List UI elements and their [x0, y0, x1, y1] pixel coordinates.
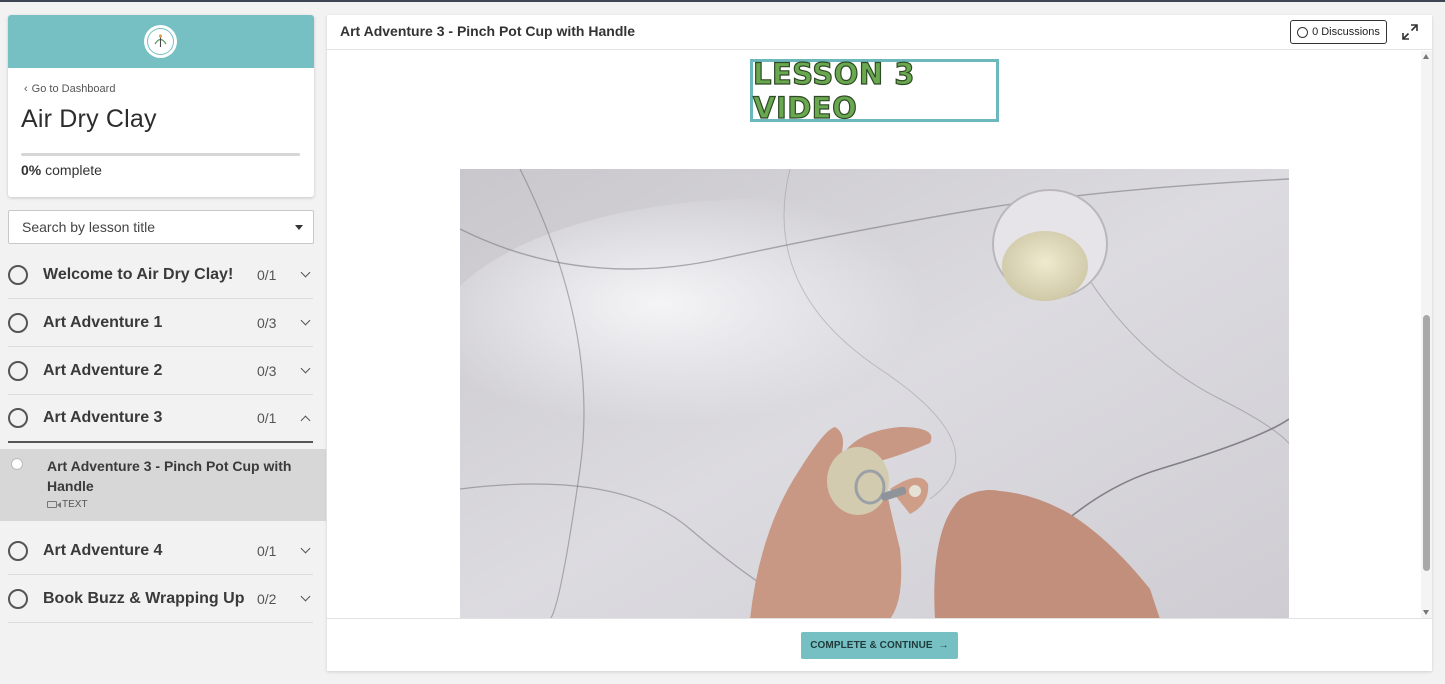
- scrollbar-thumb[interactable]: [1423, 315, 1430, 571]
- caret-down-icon: [295, 224, 303, 230]
- progress-percent: 0%: [21, 162, 42, 178]
- chapter-name: Book Buzz & Wrapping Up: [43, 589, 245, 607]
- lesson-content: LESSON 3 VIDEO: [327, 51, 1421, 618]
- chapter-toggle[interactable]: [297, 363, 313, 374]
- scroll-up-arrow-icon[interactable]: [1423, 54, 1429, 59]
- chapter-item[interactable]: Art Adventure 2 0/3: [8, 347, 313, 395]
- chapter-status-circle-icon: [8, 540, 28, 561]
- lesson-footer: COMPLETE & CONTINUE →: [327, 618, 1432, 671]
- chevron-up-icon: [300, 415, 310, 425]
- video-frame-image: [460, 169, 1289, 618]
- course-progress-bar: [21, 153, 300, 156]
- chapter-count: 0/2: [257, 590, 277, 607]
- chapter-count: 0/3: [257, 314, 277, 331]
- chapter-status-circle-icon: [8, 360, 28, 381]
- chevron-down-icon: [300, 591, 310, 602]
- course-title: Air Dry Clay: [21, 105, 157, 133]
- discussions-button[interactable]: 0 Discussions: [1290, 20, 1387, 44]
- chapter-name: Art Adventure 3: [43, 409, 163, 426]
- course-progress-text: 0% complete: [21, 162, 102, 178]
- chapter-toggle[interactable]: [297, 267, 313, 278]
- chapter-toggle[interactable]: [297, 413, 313, 425]
- lesson-video-player[interactable]: [460, 169, 1289, 618]
- chapter-toggle[interactable]: [297, 591, 313, 602]
- chapter-count: 0/3: [257, 362, 277, 379]
- chevron-down-icon: [300, 363, 310, 374]
- lesson-video-banner: LESSON 3 VIDEO: [750, 56, 999, 125]
- chapter-name: Art Adventure 2: [43, 361, 163, 379]
- chapter-item[interactable]: Art Adventure 1 0/3: [8, 299, 313, 347]
- scroll-down-arrow-icon[interactable]: [1423, 610, 1429, 615]
- chapter-item[interactable]: Book Buzz & Wrapping Up 0/2: [8, 575, 313, 623]
- chapter-status-circle-icon: [8, 588, 28, 609]
- expand-icon[interactable]: [1401, 23, 1419, 41]
- lesson-title: Art Adventure 3 - Pinch Pot Cup with Han…: [340, 23, 636, 39]
- active-lesson-title: Art Adventure 3 - Pinch Pot Cup with Han…: [47, 458, 292, 494]
- progress-suffix: complete: [45, 162, 102, 178]
- chapter-list: Welcome to Air Dry Clay! 0/1 Art Adventu…: [0, 251, 326, 623]
- complete-and-continue-label: COMPLETE & CONTINUE: [810, 640, 933, 651]
- course-sidebar: ‹ Go to Dashboard Air Dry Clay 0% comple…: [0, 2, 326, 684]
- active-lesson-type: TEXT: [47, 499, 88, 510]
- chapter-name: Art Adventure 4: [43, 541, 163, 559]
- chapter-toggle[interactable]: [297, 315, 313, 326]
- content-scrollbar[interactable]: [1421, 51, 1432, 618]
- video-camera-icon: [47, 501, 61, 508]
- chevron-left-icon: ‹: [24, 82, 28, 95]
- chapter-toggle[interactable]: [297, 543, 313, 554]
- school-logo[interactable]: [144, 25, 177, 58]
- chapter-name: Art Adventure 1: [43, 313, 163, 331]
- chapter-item[interactable]: Art Adventure 4 0/1: [8, 527, 313, 575]
- complete-and-continue-button[interactable]: COMPLETE & CONTINUE →: [801, 632, 958, 659]
- chapter-item-expanded[interactable]: Art Adventure 3 0/1: [8, 395, 313, 443]
- lesson-panel: Art Adventure 3 - Pinch Pot Cup with Han…: [327, 15, 1432, 671]
- course-card: ‹ Go to Dashboard Air Dry Clay 0% comple…: [8, 15, 314, 197]
- go-to-dashboard-link[interactable]: ‹ Go to Dashboard: [24, 83, 115, 95]
- school-logo-icon: [147, 28, 174, 55]
- go-to-dashboard-label: Go to Dashboard: [31, 83, 116, 95]
- lesson-search-select[interactable]: Search by lesson title: [8, 210, 314, 244]
- discussions-label: 0 Discussions: [1312, 26, 1380, 38]
- comment-bubble-icon: [1297, 26, 1309, 38]
- course-card-banner: [8, 15, 314, 68]
- chapter-status-circle-icon: [8, 264, 28, 285]
- chapter-status-circle-icon: [8, 312, 28, 333]
- chapter-count: 0/1: [257, 542, 277, 559]
- chapter-item[interactable]: Welcome to Air Dry Clay! 0/1: [8, 251, 313, 299]
- active-lesson-item[interactable]: Art Adventure 3 - Pinch Pot Cup with Han…: [0, 449, 326, 521]
- lesson-status-dot-icon: [11, 458, 23, 470]
- chevron-down-icon: [300, 315, 310, 326]
- chevron-down-icon: [300, 267, 310, 278]
- chevron-down-icon: [300, 543, 310, 554]
- chapter-count: 0/1: [257, 266, 277, 283]
- chapter-count: 0/1: [257, 410, 277, 426]
- arrow-right-icon: →: [938, 640, 949, 651]
- lesson-banner-text: LESSON 3 VIDEO: [752, 56, 915, 125]
- chapter-name: Welcome to Air Dry Clay!: [43, 265, 234, 283]
- lesson-type-label: TEXT: [62, 499, 88, 510]
- lesson-search-placeholder: Search by lesson title: [22, 219, 156, 235]
- chapter-status-circle-icon: [8, 408, 28, 428]
- lesson-header: Art Adventure 3 - Pinch Pot Cup with Han…: [327, 15, 1432, 50]
